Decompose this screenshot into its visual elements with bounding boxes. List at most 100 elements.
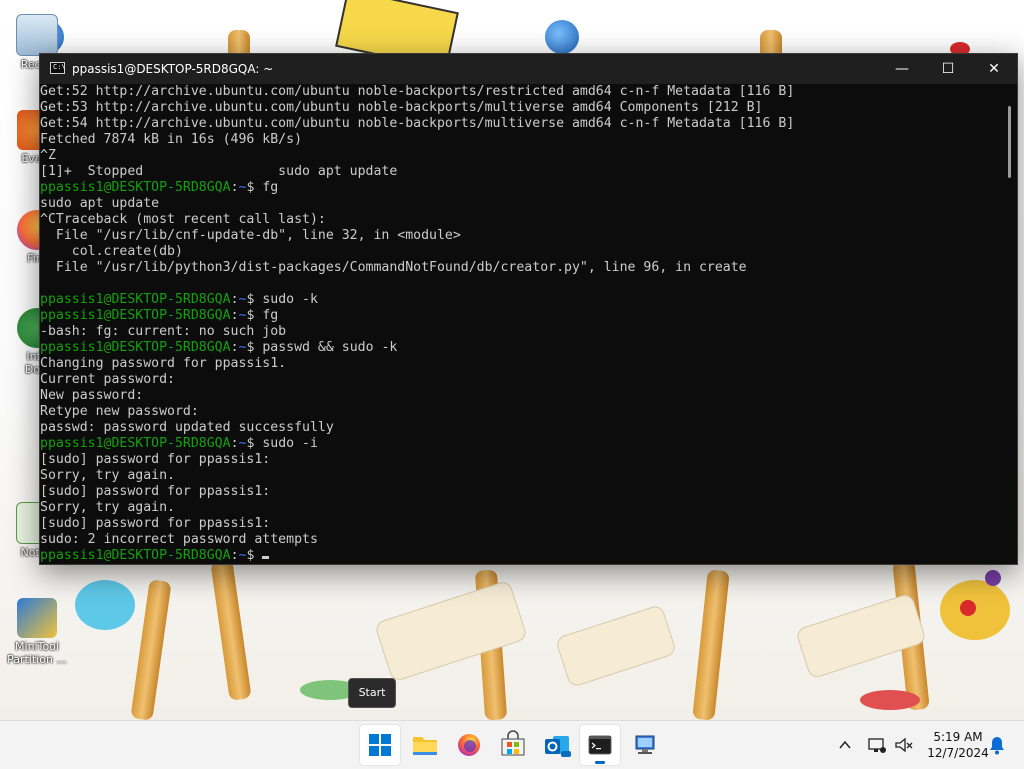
desktop-icon-label: MiniTool Partition ...	[7, 640, 67, 666]
prompt-user-host: ppassis1@DESKTOP-5RD8GQA	[40, 548, 231, 563]
prompt-separator: :	[230, 548, 239, 563]
minimize-button[interactable]: —	[879, 54, 925, 84]
close-button[interactable]: ✕	[971, 54, 1017, 84]
terminal-prompt-line: ppassis1@DESKTOP-5RD8GQA:~$ fg	[40, 308, 1000, 324]
start-button[interactable]	[360, 725, 400, 765]
terminal-prompt-line: ppassis1@DESKTOP-5RD8GQA:~$ fg	[40, 180, 1000, 196]
prompt-command: sudo -i	[262, 436, 318, 451]
minitool-partition-icon	[17, 598, 57, 638]
prompt-user-host: ppassis1@DESKTOP-5RD8GQA	[40, 436, 231, 451]
file-explorer-button[interactable]	[405, 725, 445, 765]
terminal-output-line: [sudo] password for ppassis1:	[40, 516, 271, 531]
prompt-dollar: $	[246, 308, 263, 323]
desktop-icon-minitool-partition[interactable]: MiniTool Partition ...	[6, 598, 68, 666]
terminal-output-line: -bash: fg: current: no such job	[40, 324, 287, 339]
terminal-cursor	[262, 556, 270, 559]
prompt-separator: :	[230, 340, 239, 355]
tray-overflow-chevron[interactable]	[835, 733, 855, 757]
window-titlebar[interactable]: C:\ ppassis1@DESKTOP-5RD8GQA: ~ — ☐ ✕	[40, 54, 1017, 84]
terminal-output-line: col.create(db)	[40, 244, 183, 259]
recycle-bin-icon	[16, 14, 58, 56]
prompt-separator: :	[230, 292, 239, 307]
tray-volume-button[interactable]	[892, 733, 914, 757]
prompt-separator: :	[230, 436, 239, 451]
wallpaper-brush	[130, 579, 172, 720]
prompt-dollar: $	[246, 180, 263, 195]
terminal-scrollbar[interactable]	[1008, 106, 1011, 178]
terminal-output-line: Get:53 http://archive.ubuntu.com/ubuntu …	[40, 100, 763, 115]
prompt-separator: :	[230, 180, 239, 195]
terminal-output-line: [1]+ Stopped sudo apt update	[40, 164, 398, 179]
terminal-output-line: ^Z	[40, 148, 56, 163]
prompt-command: passwd && sudo -k	[262, 340, 398, 355]
terminal-output-line: Retype new password:	[40, 404, 199, 419]
prompt-dollar: $	[246, 340, 263, 355]
notifications-button[interactable]	[985, 733, 1009, 757]
prompt-command: sudo -k	[262, 292, 318, 307]
folder-icon	[413, 737, 437, 755]
wallpaper-scroll	[373, 579, 529, 683]
store-icon	[501, 730, 525, 756]
prompt-separator: :	[230, 308, 239, 323]
prompt-dollar: $	[246, 292, 263, 307]
terminal-output-line: Changing password for ppassis1.	[40, 356, 287, 371]
outlook-icon	[545, 736, 571, 757]
terminal-output-line: New password:	[40, 388, 144, 403]
terminal-output-line: Get:54 http://archive.ubuntu.com/ubuntu …	[40, 116, 795, 131]
taskbar: 5:19 AM 12/7/2024	[0, 720, 1024, 769]
prompt-command: fg	[262, 308, 279, 323]
tray-network-button[interactable]	[866, 733, 888, 757]
firefox-icon	[458, 734, 480, 756]
terminal-output-line: [sudo] password for ppassis1:	[40, 452, 271, 467]
wallpaper-paint	[860, 690, 920, 710]
terminal-prompt-line: ppassis1@DESKTOP-5RD8GQA:~$	[40, 548, 1000, 564]
terminal-output-line: Sorry, try again.	[40, 468, 175, 483]
prompt-dollar: $	[246, 436, 263, 451]
terminal-icon	[588, 735, 612, 755]
wallpaper-brush	[692, 569, 730, 720]
wallpaper-paint	[960, 600, 976, 616]
terminal-window[interactable]: C:\ ppassis1@DESKTOP-5RD8GQA: ~ — ☐ ✕ Ge…	[39, 53, 1018, 565]
active-app-indicator	[595, 761, 605, 764]
start-tooltip: Start	[348, 678, 396, 708]
terminal-output-line: [sudo] password for ppassis1:	[40, 484, 271, 499]
terminal-output-line: sudo apt update	[40, 196, 160, 211]
prompt-user-host: ppassis1@DESKTOP-5RD8GQA	[40, 180, 231, 195]
terminal-prompt-line: ppassis1@DESKTOP-5RD8GQA:~$ passwd && su…	[40, 340, 1000, 356]
wallpaper-brush	[210, 559, 252, 701]
firefox-button[interactable]	[449, 725, 489, 765]
terminal-output[interactable]: Get:52 http://archive.ubuntu.com/ubuntu …	[40, 84, 1000, 564]
wallpaper-paint	[985, 570, 1001, 586]
chevron-up-icon	[839, 740, 851, 749]
windows-logo-icon	[369, 734, 391, 756]
prompt-dollar: $	[246, 548, 263, 563]
terminal-app-icon: C:\	[50, 62, 66, 74]
network-icon	[868, 738, 886, 753]
prompt-user-host: ppassis1@DESKTOP-5RD8GQA	[40, 340, 231, 355]
volume-muted-icon	[895, 737, 913, 753]
prompt-user-host: ppassis1@DESKTOP-5RD8GQA	[40, 308, 231, 323]
maximize-button[interactable]: ☐	[925, 54, 971, 84]
terminal-output-line: File "/usr/lib/python3/dist-packages/Com…	[40, 260, 747, 275]
terminal-output-line: passwd: password updated successfully	[40, 420, 334, 435]
terminal-output-line: ^CTraceback (most recent call last):	[40, 212, 326, 227]
terminal-output-line: Fetched 7874 kB in 16s (496 kB/s)	[40, 132, 303, 147]
wallpaper-scroll	[554, 603, 678, 689]
terminal-prompt-line: ppassis1@DESKTOP-5RD8GQA:~$ sudo -i	[40, 436, 1000, 452]
terminal-prompt-line: ppassis1@DESKTOP-5RD8GQA:~$ sudo -k	[40, 292, 1000, 308]
terminal-output-line: Sorry, try again.	[40, 500, 175, 515]
prompt-user-host: ppassis1@DESKTOP-5RD8GQA	[40, 292, 231, 307]
prompt-command: fg	[262, 180, 279, 195]
terminal-button[interactable]	[580, 725, 620, 765]
remote-desktop-icon	[635, 735, 655, 754]
notification-bell-icon	[990, 737, 1004, 755]
outlook-new-button[interactable]	[537, 725, 577, 765]
terminal-output-line: sudo: 2 incorrect password attempts	[40, 532, 318, 547]
microsoft-store-button[interactable]	[493, 725, 533, 765]
terminal-output-line: File "/usr/lib/cnf-update-db", line 32, …	[40, 228, 461, 243]
remote-desktop-button[interactable]	[625, 725, 665, 765]
terminal-output-line: Get:52 http://archive.ubuntu.com/ubuntu …	[40, 84, 795, 99]
terminal-output-line: Current password:	[40, 372, 175, 387]
window-title: ppassis1@DESKTOP-5RD8GQA: ~	[72, 62, 274, 76]
